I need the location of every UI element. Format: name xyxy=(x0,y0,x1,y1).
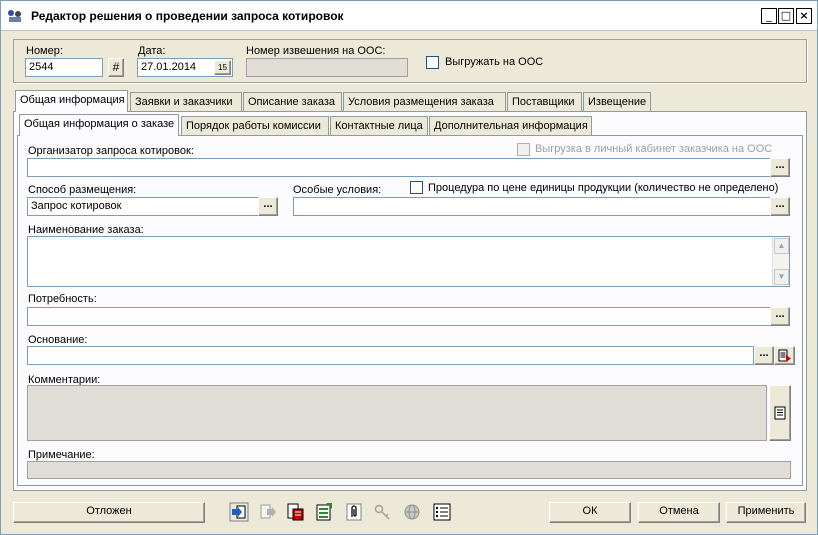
title-bar: Редактор решения о проведении запроса ко… xyxy=(1,1,817,31)
excel-icon[interactable] xyxy=(314,502,334,522)
maximize-button[interactable]: □ xyxy=(778,8,794,24)
subtab-contacts[interactable]: Контактные лица xyxy=(330,116,428,136)
editor-window: Редактор решения о проведении запроса ко… xyxy=(0,0,818,535)
window-title: Редактор решения о проведении запроса ко… xyxy=(31,9,344,23)
organizer-label: Организатор запроса котировок: xyxy=(28,145,194,157)
tab-placement-terms[interactable]: Условия размещения заказа xyxy=(343,92,506,112)
basis-select-button[interactable]: ... xyxy=(754,346,774,365)
method-label: Способ размещения: xyxy=(28,184,137,196)
document-arrow-icon xyxy=(778,349,791,362)
order-name-label: Наименование заказа: xyxy=(28,224,144,236)
apply-button[interactable]: Применить xyxy=(726,502,806,523)
subtab-additional-info[interactable]: Дополнительная информация xyxy=(429,116,592,136)
tab-suppliers[interactable]: Поставщики xyxy=(507,92,582,112)
postponed-button[interactable]: Отложен xyxy=(13,502,205,523)
app-icon xyxy=(8,10,21,22)
order-name-scrollbar[interactable]: ▲ ▼ xyxy=(772,237,789,286)
customer-cabinet-label: Выгрузка в личный кабинет заказчика на О… xyxy=(535,143,773,155)
method-select-button[interactable]: ... xyxy=(258,197,278,216)
basis-field[interactable] xyxy=(27,346,754,365)
organizer-field[interactable] xyxy=(27,158,771,177)
note-field xyxy=(27,461,791,479)
key-icon[interactable] xyxy=(373,502,393,522)
number-generate-button[interactable]: # xyxy=(108,58,124,77)
oos-number-label: Номер извешения на ООС: xyxy=(246,45,386,57)
unit-price-checkbox[interactable] xyxy=(410,181,423,194)
globe-icon[interactable] xyxy=(402,502,422,522)
document-icon xyxy=(774,406,786,420)
customer-cabinet-checkbox xyxy=(517,143,530,156)
upload-oos-checkbox[interactable] xyxy=(426,56,439,69)
scroll-down-icon[interactable]: ▼ xyxy=(774,269,789,285)
scroll-up-icon[interactable]: ▲ xyxy=(774,238,789,254)
header-group xyxy=(13,39,807,83)
tab-general[interactable]: Общая информация xyxy=(15,90,128,112)
unit-price-label: Процедура по цене единицы продукции (кол… xyxy=(428,182,779,194)
comments-textarea[interactable] xyxy=(27,385,767,441)
special-conditions-label: Особые условия: xyxy=(293,184,382,196)
number-field[interactable]: 2544 xyxy=(25,58,103,77)
note-label: Примечание: xyxy=(28,449,95,461)
tab-notice[interactable]: Извещение xyxy=(583,92,651,112)
organizer-select-button[interactable]: ... xyxy=(770,158,790,177)
method-field[interactable]: Запрос котировок xyxy=(27,197,259,216)
close-button[interactable]: × xyxy=(796,8,812,24)
date-label: Дата: xyxy=(138,45,166,57)
number-label: Номер: xyxy=(26,45,63,57)
report-icon[interactable] xyxy=(285,502,305,522)
attachment-icon[interactable] xyxy=(344,502,364,522)
oos-number-field xyxy=(246,58,408,77)
minimize-button[interactable]: _ xyxy=(761,8,777,24)
cancel-button[interactable]: Отмена xyxy=(638,502,720,523)
calendar-button[interactable]: 15 xyxy=(214,60,231,75)
need-label: Потребность: xyxy=(28,293,97,305)
export-icon[interactable] xyxy=(229,502,249,522)
basis-label: Основание: xyxy=(28,334,88,346)
comments-edit-button[interactable] xyxy=(769,385,791,441)
need-field[interactable] xyxy=(27,307,771,326)
need-select-button[interactable]: ... xyxy=(770,307,790,326)
special-conditions-select-button[interactable]: ... xyxy=(770,197,790,216)
list-icon[interactable] xyxy=(432,502,452,522)
subtab-order-info[interactable]: Общая информация о заказе xyxy=(19,114,179,136)
subtab-commission-procedure[interactable]: Порядок работы комиссии xyxy=(181,116,329,136)
basis-open-document-button[interactable] xyxy=(774,346,795,365)
tab-order-description[interactable]: Описание заказа xyxy=(243,92,342,112)
ok-button[interactable]: ОК xyxy=(549,502,631,523)
order-name-textarea[interactable] xyxy=(27,236,790,287)
tab-requests[interactable]: Заявки и заказчики xyxy=(130,92,242,112)
upload-oos-label: Выгружать на ООС xyxy=(445,56,544,68)
import-icon[interactable] xyxy=(257,502,277,522)
special-conditions-field[interactable] xyxy=(293,197,771,216)
